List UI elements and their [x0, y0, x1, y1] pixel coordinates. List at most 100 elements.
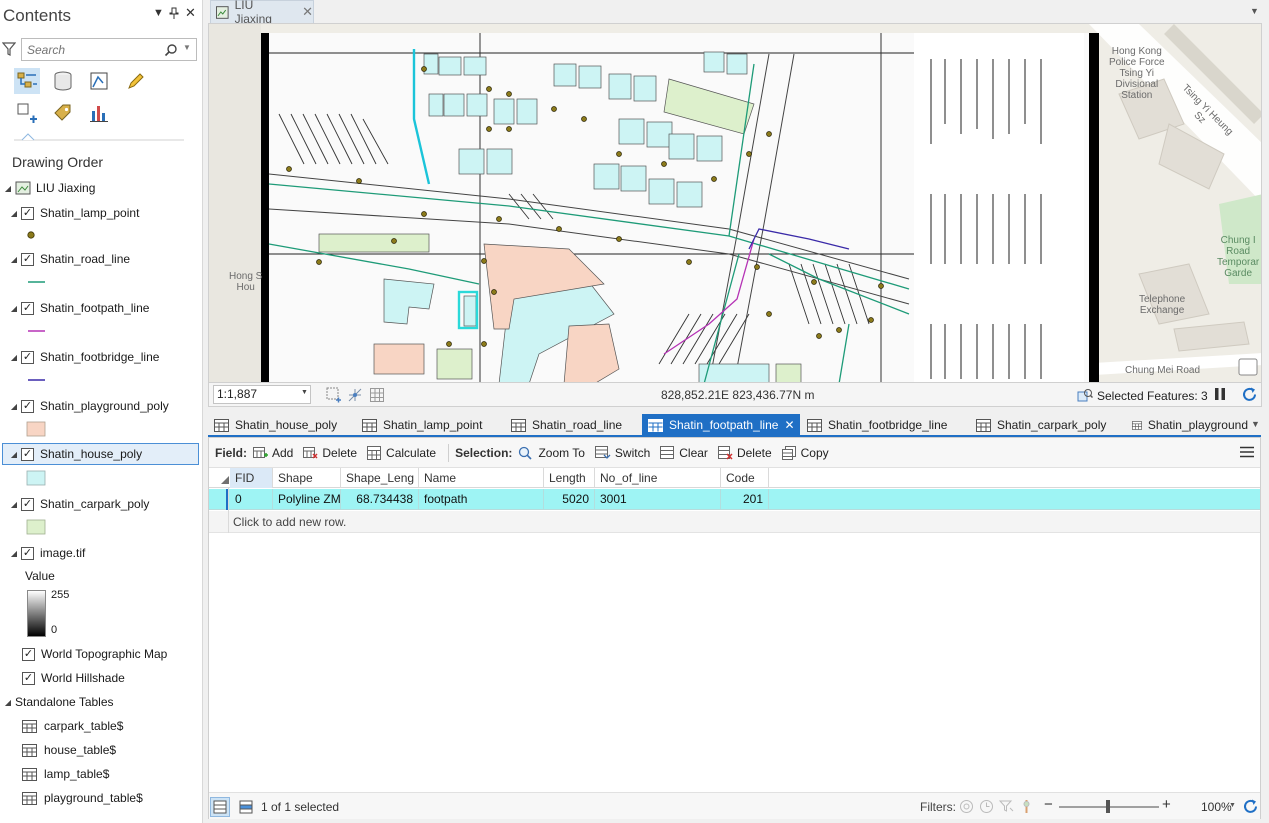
layer-visibility-checkbox[interactable]: ✓ — [21, 497, 34, 511]
layer-visibility-checkbox[interactable]: ✓ — [21, 546, 34, 560]
layer-visibility-checkbox[interactable]: ✓ — [21, 447, 34, 461]
collapse-icon[interactable]: ◢ — [3, 698, 13, 707]
playground-symbol[interactable] — [26, 419, 56, 439]
chevron-down-icon[interactable]: ▼ — [1250, 6, 1259, 16]
cell-fid[interactable]: 0 — [230, 489, 273, 510]
collapse-icon[interactable]: ◢ — [9, 549, 19, 558]
layer-visibility-checkbox[interactable]: ✓ — [21, 350, 34, 364]
extent-filter-icon[interactable] — [959, 799, 974, 814]
tab-shatin-carpark-poly[interactable]: Shatin_carpark_poly — [970, 414, 1106, 436]
select-all-icon[interactable] — [221, 476, 229, 484]
add-new-row[interactable]: Click to add new row. — [209, 511, 1260, 533]
tab-shatin-road-line[interactable]: Shatin_road_line — [505, 414, 622, 436]
collapse-icon[interactable]: ◢ — [9, 304, 19, 313]
range-filter-icon[interactable] — [1019, 799, 1034, 814]
zoom-in-button[interactable]: + — [1162, 796, 1171, 813]
map-canvas[interactable]: Hong Kong Police Force Tsing Yi Division… — [208, 23, 1262, 383]
filter-icon[interactable] — [2, 41, 16, 57]
pin-icon[interactable] — [169, 7, 179, 22]
refresh-icon[interactable] — [1242, 798, 1259, 815]
list-by-charts-icon[interactable] — [86, 100, 112, 126]
tab-shatin-lamp-point[interactable]: Shatin_lamp_point — [356, 414, 482, 436]
show-all-records-button[interactable] — [210, 797, 230, 817]
chevron-down-icon[interactable]: ▼ — [1251, 419, 1260, 429]
list-by-editing-icon[interactable] — [122, 68, 148, 94]
column-header-code[interactable]: Code — [721, 468, 769, 488]
list-by-data-source-icon[interactable] — [50, 68, 76, 94]
search-dropdown-icon[interactable]: ▼ — [183, 43, 191, 52]
grid-icon[interactable] — [369, 387, 385, 403]
list-by-drawing-order-icon[interactable] — [14, 68, 40, 94]
scale-select[interactable]: 1:1,887 — [213, 385, 311, 404]
collapse-icon[interactable]: ◢ — [9, 402, 19, 411]
cell-name[interactable]: footpath — [419, 489, 544, 510]
column-header-fid[interactable]: FID — [230, 468, 273, 488]
footbridge-symbol[interactable] — [26, 370, 56, 390]
close-icon[interactable]: ✕ — [185, 5, 196, 21]
collapse-icon[interactable]: ◢ — [9, 500, 19, 509]
chevron-down-icon[interactable]: ▼ — [1229, 802, 1236, 809]
delete-field-button[interactable]: Delete — [303, 446, 357, 460]
zoom-out-button[interactable]: − — [1044, 796, 1053, 813]
definition-filter-icon[interactable] — [999, 799, 1014, 814]
tab-shatin-footpath-line[interactable]: Shatin_footpath_line ✕ — [642, 414, 800, 436]
column-header-name[interactable]: Name — [419, 468, 544, 488]
table-row-lamp[interactable]: lamp_table$ — [22, 763, 222, 785]
collapse-icon[interactable]: ◢ — [9, 255, 19, 264]
collapse-icon[interactable]: ◢ — [9, 353, 19, 362]
list-by-labeling-icon[interactable] — [50, 100, 76, 126]
table-row-house[interactable]: house_table$ — [22, 739, 222, 761]
house-symbol[interactable] — [26, 468, 56, 488]
table-row-carpark[interactable]: carpark_table$ — [22, 715, 222, 737]
footpath-symbol[interactable] — [26, 321, 56, 341]
tab-shatin-playground[interactable]: Shatin_playground — [1126, 414, 1248, 436]
cell-shape[interactable]: Polyline ZM — [273, 489, 341, 510]
carpark-symbol[interactable] — [26, 517, 56, 537]
search-icon[interactable] — [164, 43, 178, 57]
layer-visibility-checkbox[interactable]: ✓ — [21, 399, 34, 413]
layer-visibility-checkbox[interactable]: ✓ — [21, 252, 34, 266]
collapse-icon[interactable]: ◢ — [9, 450, 19, 459]
collapse-icon[interactable]: ◢ — [9, 209, 19, 218]
zoom-slider-thumb[interactable] — [1106, 800, 1110, 813]
cell-no-of-line[interactable]: 3001 — [595, 489, 721, 510]
layer-row-road[interactable]: ◢ ✓ Shatin_road_line — [9, 248, 209, 270]
table-menu-icon[interactable] — [1240, 446, 1254, 458]
cell-shape-leng[interactable]: 68.734438 — [341, 489, 419, 510]
switch-selection-button[interactable]: Switch — [594, 445, 650, 460]
table-row[interactable]: 0 Polyline ZM 68.734438 footpath 5020 30… — [209, 489, 1260, 510]
road-symbol[interactable] — [26, 272, 56, 292]
calculate-field-button[interactable]: Calculate — [367, 445, 436, 460]
map-view-tab[interactable]: LIU Jiaxing ✕ — [210, 0, 314, 26]
pane-options-icon[interactable]: ▼ — [153, 7, 164, 19]
refresh-icon[interactable] — [1241, 386, 1258, 403]
layer-row-footbridge[interactable]: ◢ ✓ Shatin_footbridge_line — [9, 346, 209, 368]
copy-button[interactable]: Copy — [781, 445, 829, 460]
tab-shatin-house-poly[interactable]: Shatin_house_poly — [208, 414, 337, 436]
pause-drawing-icon[interactable] — [1213, 387, 1227, 401]
cell-length[interactable]: 5020 — [544, 489, 595, 510]
clear-selection-button[interactable]: Clear — [660, 445, 708, 460]
layer-row-footpath[interactable]: ◢ ✓ Shatin_footpath_line — [9, 297, 209, 319]
list-by-selection-icon[interactable] — [86, 68, 112, 94]
table-row-playground[interactable]: playground_table$ — [22, 787, 222, 809]
snapping-icon[interactable] — [347, 387, 363, 403]
basemap-row-hillshade[interactable]: ✓ World Hillshade — [22, 667, 222, 689]
zoom-level[interactable]: 100% — [1201, 800, 1232, 814]
standalone-tables-node[interactable]: ◢ Standalone Tables — [3, 691, 203, 713]
layer-visibility-checkbox[interactable]: ✓ — [21, 301, 34, 315]
list-by-snapping-icon[interactable] — [14, 100, 40, 126]
close-icon[interactable]: ✕ — [302, 4, 313, 20]
layer-visibility-checkbox[interactable]: ✓ — [22, 671, 35, 685]
cell-code[interactable]: 201 — [721, 489, 769, 510]
show-selected-records-icon[interactable] — [237, 798, 255, 816]
tab-shatin-footbridge-line[interactable]: Shatin_footbridge_line — [801, 414, 947, 436]
column-header-shape[interactable]: Shape — [273, 468, 341, 488]
layer-visibility-checkbox[interactable]: ✓ — [21, 206, 34, 220]
lamp-symbol[interactable] — [26, 225, 56, 245]
layer-row-playground[interactable]: ◢ ✓ Shatin_playground_poly — [9, 395, 209, 417]
layer-row-carpark[interactable]: ◢ ✓ Shatin_carpark_poly — [9, 493, 209, 515]
time-filter-icon[interactable] — [979, 799, 994, 814]
column-header-length[interactable]: Length — [544, 468, 595, 488]
column-header-no-of-line[interactable]: No_of_line — [595, 468, 721, 488]
